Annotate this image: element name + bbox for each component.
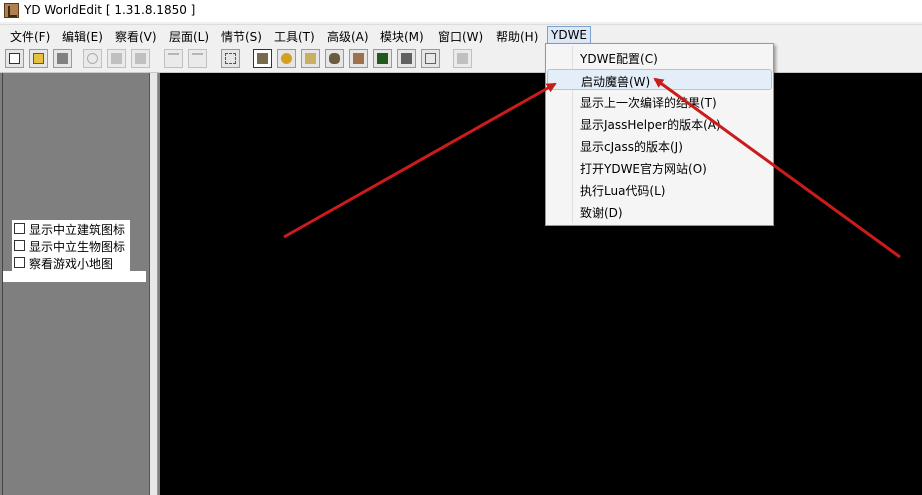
doodad-icon[interactable] xyxy=(277,49,296,68)
unit-icon[interactable] xyxy=(325,49,344,68)
checkbox-box[interactable] xyxy=(14,223,25,234)
object-editor-icon[interactable] xyxy=(397,49,416,68)
checkbox-box[interactable] xyxy=(14,257,25,268)
save-icon[interactable] xyxy=(53,49,72,68)
select-icon[interactable] xyxy=(221,49,240,68)
ydwe-dropdown-menu: YDWE配置(C) 启动魔兽(W) 显示上一次编译的结果(T) 显示JassHe… xyxy=(545,43,774,226)
show-neutral-buildings-checkbox[interactable]: 显示中立建筑图标 xyxy=(12,220,130,237)
menu-item-jasshelper-version[interactable]: 显示JassHelper的版本(A) xyxy=(547,113,772,134)
menu-item-label: YDWE配置(C) xyxy=(580,52,658,66)
menu-item-label: 执行Lua代码(L) xyxy=(580,184,666,198)
menu-help[interactable]: 帮助(H) xyxy=(496,28,538,45)
panel-strip xyxy=(3,271,146,282)
import-icon[interactable] xyxy=(453,49,472,68)
cut-icon[interactable] xyxy=(83,49,102,68)
app-icon xyxy=(4,3,19,18)
menu-item-label: 致谢(D) xyxy=(580,206,623,220)
menu-item-cjass-version[interactable]: 显示cJass的版本(J) xyxy=(547,135,772,156)
terrain-icon[interactable] xyxy=(253,49,272,68)
paste-icon[interactable] xyxy=(131,49,150,68)
sound-icon[interactable] xyxy=(301,49,320,68)
map-viewport[interactable] xyxy=(160,73,922,495)
new-icon[interactable] xyxy=(5,49,24,68)
menu-item-last-compile-result[interactable]: 显示上一次编译的结果(T) xyxy=(547,91,772,112)
menu-item-label: 显示cJass的版本(J) xyxy=(580,140,683,154)
menu-layer[interactable]: 层面(L) xyxy=(169,28,209,45)
open-icon[interactable] xyxy=(29,49,48,68)
window-title: YD WorldEdit [ 1.31.8.1850 ] xyxy=(24,3,196,17)
menu-item-credits[interactable]: 致谢(D) xyxy=(547,201,772,222)
menu-edit[interactable]: 编辑(E) xyxy=(62,28,103,45)
menu-window[interactable]: 窗口(W) xyxy=(438,28,483,45)
menu-item-launch-warcraft[interactable]: 启动魔兽(W) xyxy=(547,69,772,90)
checkbox-box[interactable] xyxy=(14,240,25,251)
camera-icon[interactable] xyxy=(373,49,392,68)
menu-item-official-website[interactable]: 打开YDWE官方网站(O) xyxy=(547,157,772,178)
menu-item-label: 显示JassHelper的版本(A) xyxy=(580,118,721,132)
menu-item-label: 打开YDWE官方网站(O) xyxy=(580,162,707,176)
copy-icon[interactable] xyxy=(107,49,126,68)
menu-advanced[interactable]: 高级(A) xyxy=(327,28,369,45)
menu-item-label: 显示上一次编译的结果(T) xyxy=(580,96,717,110)
test-map-icon[interactable] xyxy=(421,49,440,68)
menu-item-label: 启动魔兽(W) xyxy=(581,75,651,89)
minimap-panel: 显示中立建筑图标 显示中立生物图标 察看游戏小地图 xyxy=(0,73,160,495)
menu-file[interactable]: 文件(F) xyxy=(10,28,50,45)
checkbox-label: 察看游戏小地图 xyxy=(29,257,114,271)
menu-bar: 文件(F) 编辑(E) 察看(V) 层面(L) 情节(S) 工具(T) 高级(A… xyxy=(0,24,922,47)
menu-item-run-lua[interactable]: 执行Lua代码(L) xyxy=(547,179,772,200)
menu-view[interactable]: 察看(V) xyxy=(115,28,157,45)
menu-ydwe[interactable]: YDWE xyxy=(547,26,592,44)
show-neutral-creeps-checkbox[interactable]: 显示中立生物图标 xyxy=(12,237,130,254)
undo-icon[interactable] xyxy=(164,49,183,68)
region-icon[interactable] xyxy=(349,49,368,68)
checkbox-label: 显示中立生物图标 xyxy=(29,240,126,254)
menu-item-ydwe-config[interactable]: YDWE配置(C) xyxy=(547,47,772,68)
redo-icon[interactable] xyxy=(188,49,207,68)
panel-border xyxy=(2,73,3,495)
panel-splitter[interactable] xyxy=(149,73,158,495)
view-game-minimap-checkbox[interactable]: 察看游戏小地图 xyxy=(12,254,130,271)
checkbox-label: 显示中立建筑图标 xyxy=(29,223,126,237)
menu-tools[interactable]: 工具(T) xyxy=(274,28,315,45)
toolbar xyxy=(0,46,922,73)
menu-scenario[interactable]: 情节(S) xyxy=(221,28,262,45)
title-bar: YD WorldEdit [ 1.31.8.1850 ] xyxy=(0,0,922,22)
menu-module[interactable]: 模块(M) xyxy=(380,28,424,45)
